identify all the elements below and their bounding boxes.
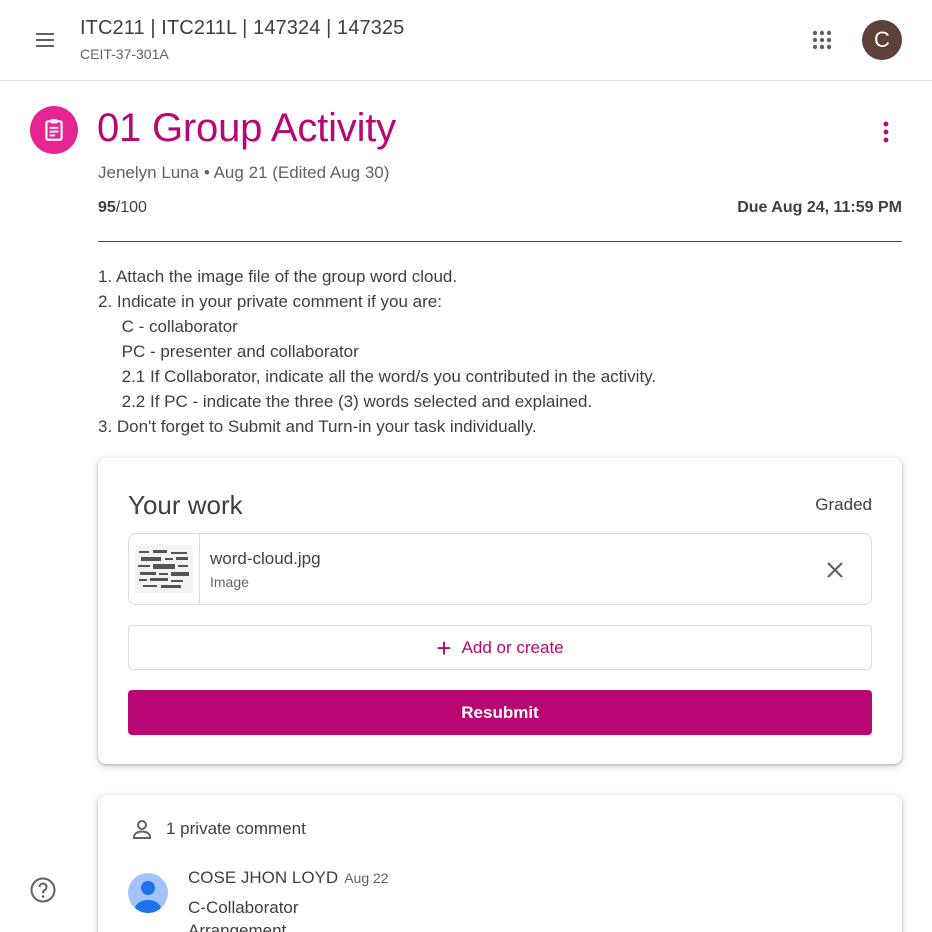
assignment-icon <box>30 106 78 154</box>
grade-points: 95/100 <box>98 199 147 217</box>
your-work-title: Your work <box>128 490 243 520</box>
points-earned: 95 <box>98 199 116 216</box>
assignment-title: 01 Group Activity <box>97 106 396 150</box>
instruction-line: 3. Don't forget to Submit and Turn-in yo… <box>98 417 537 436</box>
private-comments-card: 1 private comment COSE JHON LOYD Aug 22 C… <box>98 795 902 932</box>
class-section: CEIT-37-301A <box>80 46 169 62</box>
commenter-avatar <box>128 873 168 913</box>
attachment-name: word-cloud.jpg <box>210 548 321 568</box>
instructions: 1. Attach the image file of the group wo… <box>98 264 656 439</box>
resubmit-button[interactable]: Resubmit <box>128 690 872 735</box>
comment-text-line: C-Collaborator <box>188 898 299 917</box>
points-total: /100 <box>115 199 147 216</box>
your-work-card: Your work Graded word-cloud.jpg Image + … <box>98 458 902 764</box>
comment-text-line: Arrangement <box>188 921 287 932</box>
instruction-line: 2.2 If PC - indicate the three (3) words… <box>98 392 593 411</box>
remove-attachment-icon[interactable] <box>821 556 849 584</box>
instruction-line: 1. Attach the image file of the group wo… <box>98 267 458 286</box>
instruction-line: 2.1 If Collaborator, indicate all the wo… <box>98 367 657 386</box>
comment-author-name: COSE JHON LOYD <box>188 868 339 887</box>
private-comments-count: 1 private comment <box>166 819 306 838</box>
instruction-line: PC - presenter and collaborator <box>98 342 359 361</box>
apps-grid-icon[interactable] <box>802 20 842 60</box>
attachment-item[interactable]: word-cloud.jpg Image <box>128 533 872 605</box>
work-status: Graded <box>815 495 872 514</box>
comment-author: COSE JHON LOYD Aug 22 <box>188 868 389 888</box>
person-icon <box>133 820 151 839</box>
help-icon[interactable] <box>28 875 58 905</box>
header-divider <box>98 241 902 242</box>
attachment-type: Image <box>210 573 249 590</box>
private-comments-header[interactable]: 1 private comment <box>130 817 306 841</box>
more-options-icon[interactable] <box>868 112 904 152</box>
instruction-line: C - collaborator <box>98 317 238 336</box>
due-date: Due Aug 24, 11:59 PM <box>737 199 902 216</box>
attachment-thumbnail <box>129 534 200 604</box>
account-avatar[interactable]: C <box>862 20 902 60</box>
comment-date: Aug 22 <box>344 870 389 886</box>
instruction-line: 2. Indicate in your private comment if y… <box>98 292 442 311</box>
assignment-meta: Jenelyn Luna • Aug 21 (Edited Aug 30) <box>98 163 390 182</box>
plus-icon: + <box>436 632 452 663</box>
hamburger-menu-icon[interactable] <box>21 18 69 62</box>
class-title[interactable]: ITC211 | ITC211L | 147324 | 147325 <box>80 17 404 40</box>
top-app-bar: ITC211 | ITC211L | 147324 | 147325 CEIT-… <box>0 0 932 81</box>
add-or-create-button[interactable]: + Add or create <box>128 625 872 670</box>
add-or-create-label: Add or create <box>461 637 564 657</box>
